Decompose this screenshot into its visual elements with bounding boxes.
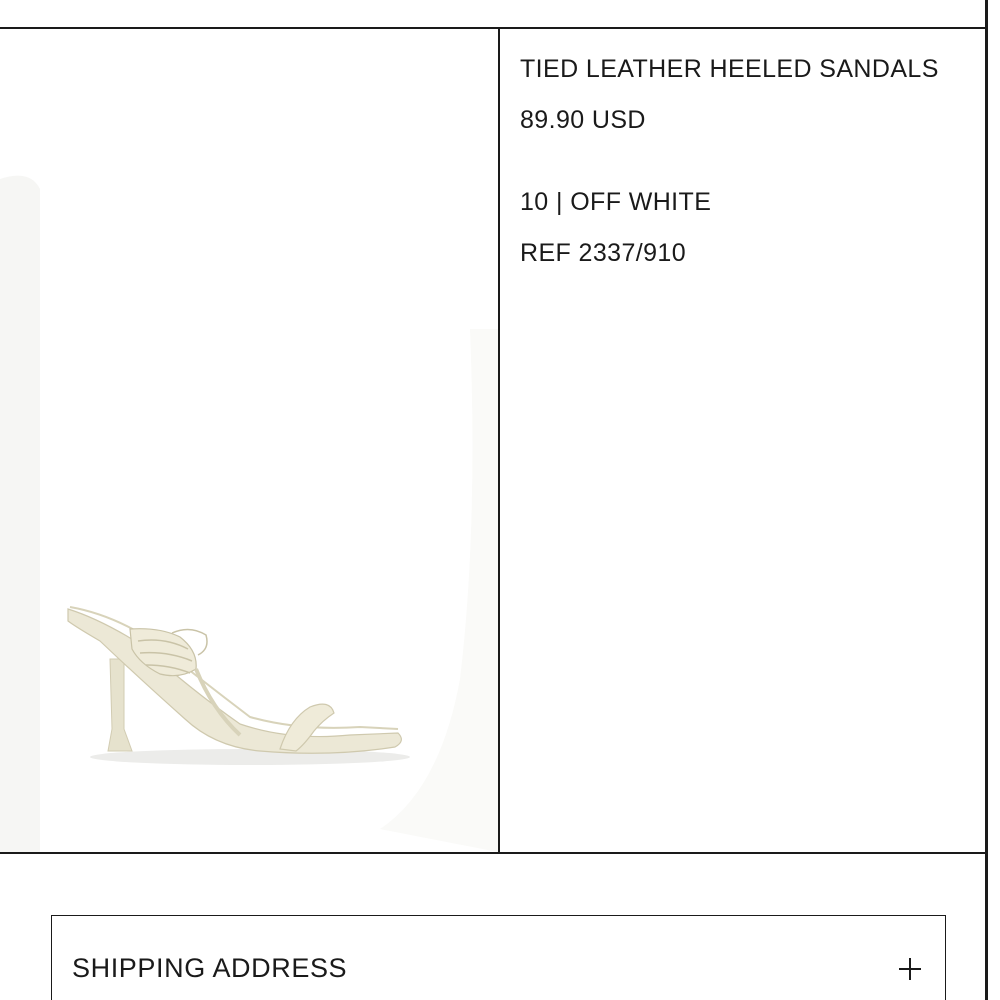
column-divider — [498, 27, 500, 854]
order-item-page: TIED LEATHER HEELED SANDALS 89.90 USD 10… — [0, 0, 1000, 1000]
product-price: 89.90 USD — [520, 106, 646, 134]
shipping-address-accordion[interactable]: SHIPPING ADDRESS — [51, 915, 946, 1000]
right-edge-divider — [985, 0, 988, 1000]
product-reference: REF 2337/910 — [520, 239, 687, 267]
product-image[interactable] — [0, 29, 498, 852]
product-info: TIED LEATHER HEELED SANDALS 89.90 USD 10… — [520, 54, 980, 268]
bottom-divider — [0, 852, 988, 854]
plus-icon[interactable] — [899, 958, 921, 980]
product-name[interactable]: TIED LEATHER HEELED SANDALS — [520, 54, 980, 84]
product-size-color: 10 | OFF WHITE — [520, 188, 712, 216]
shipping-address-label: SHIPPING ADDRESS — [72, 953, 348, 983]
sandal-product-image — [0, 175, 498, 852]
